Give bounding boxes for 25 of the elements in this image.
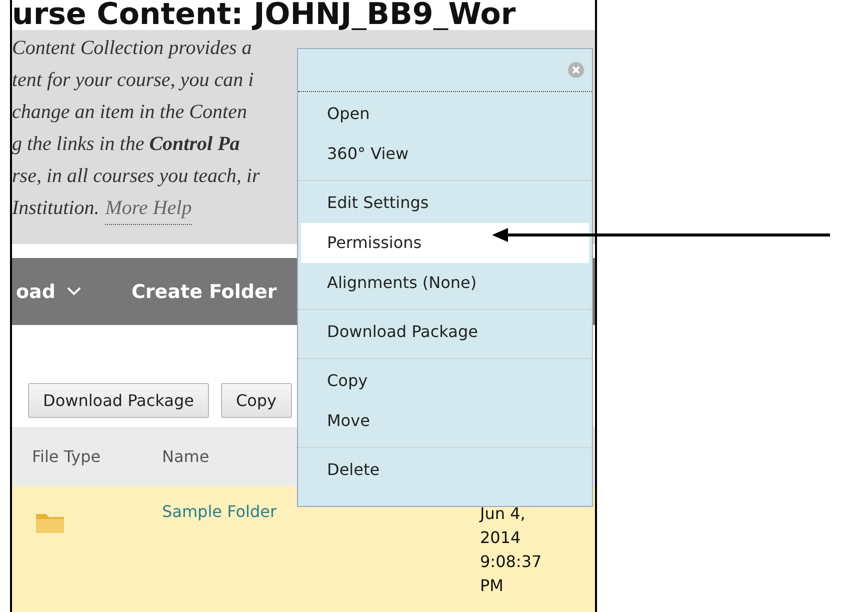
- help-text: Content Collection provides a: [12, 36, 252, 61]
- menu-item[interactable]: Permissions: [301, 223, 589, 263]
- menu-item[interactable]: Copy: [301, 361, 589, 401]
- help-text: g the links in the Control Pa: [12, 132, 240, 157]
- menu-item[interactable]: Download Package: [301, 312, 589, 352]
- date-cell-text: Jun 4, 2014 9:08:37 PM: [480, 503, 543, 598]
- chevron-icon: [67, 287, 82, 296]
- more-help-link[interactable]: More Help: [105, 192, 192, 225]
- menu-item[interactable]: Delete: [301, 450, 589, 490]
- copy-button[interactable]: Copy: [220, 383, 292, 418]
- column-header[interactable]: File Type: [12, 446, 142, 466]
- download-package-button[interactable]: Download Package: [28, 383, 209, 418]
- menu-item[interactable]: Move: [301, 401, 589, 441]
- menu-item[interactable]: Open: [301, 94, 589, 134]
- help-text: Institution.: [12, 196, 100, 221]
- menu-item[interactable]: Alignments (None): [301, 263, 589, 303]
- upload-menu[interactable]: oad: [16, 280, 82, 303]
- help-text: change an item in the Conten: [12, 100, 247, 125]
- help-text: rse, in all courses you teach, ir: [12, 164, 260, 189]
- help-text: tent for your course, you can i: [12, 68, 254, 93]
- page-title: urse Content: JOHNJ_BB9_Wor: [12, 0, 516, 30]
- close-icon: [568, 62, 584, 78]
- create-folder-button[interactable]: Create Folder: [131, 280, 277, 303]
- menu-item[interactable]: 360° View: [301, 134, 589, 174]
- menu-item[interactable]: Edit Settings: [301, 183, 589, 223]
